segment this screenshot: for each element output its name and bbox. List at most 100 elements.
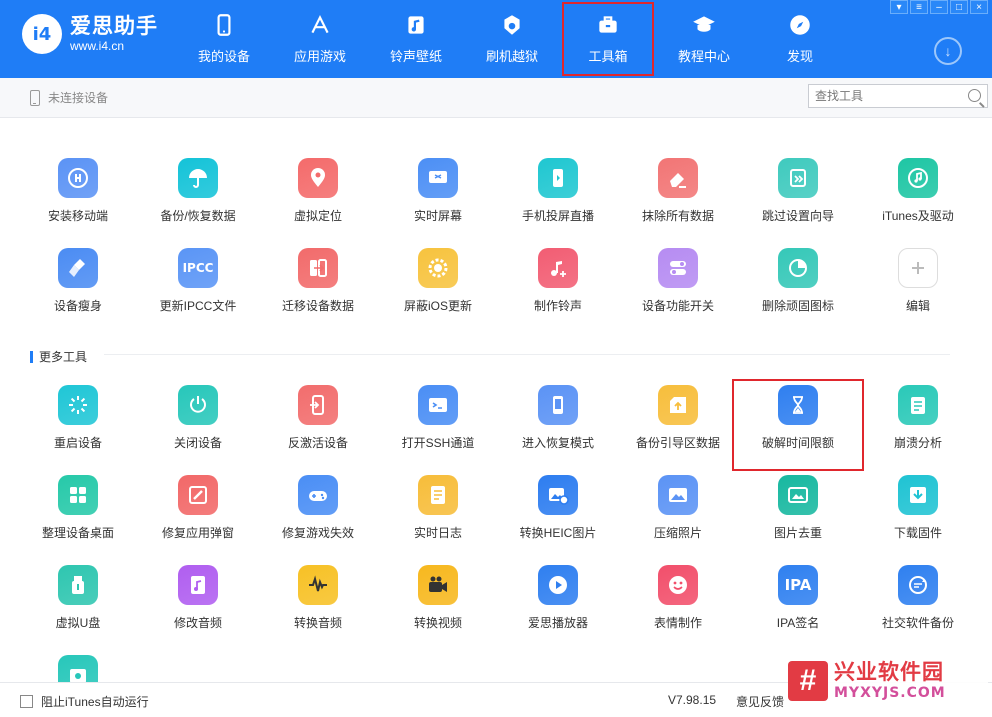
tool-item[interactable]: 整理设备桌面: [18, 475, 138, 555]
tool-item[interactable]: 删除顽固图标: [738, 248, 858, 328]
eraser-icon: [658, 158, 698, 198]
nav-item-1[interactable]: 应用游戏: [272, 0, 368, 78]
tool-item[interactable]: iTunes及驱动: [858, 158, 978, 238]
play-icon: [538, 565, 578, 605]
tool-item[interactable]: 关闭设备: [138, 385, 258, 465]
nav-item-5[interactable]: 教程中心: [656, 0, 752, 78]
version-label: V7.98.15: [668, 693, 717, 707]
tool-item[interactable]: 修复游戏失效: [258, 475, 378, 555]
tool-item[interactable]: IPCC 更新IPCC文件: [138, 248, 258, 328]
nav-item-label: 应用游戏: [293, 49, 346, 64]
nav-item-6[interactable]: 发现: [752, 0, 848, 78]
umbrella-icon: [178, 158, 218, 198]
block-itunes-option[interactable]: 阻止iTunes自动运行: [20, 693, 149, 710]
tool-item[interactable]: 编辑: [858, 248, 978, 328]
nav-item-label: 工具箱: [588, 49, 628, 64]
ringtone-icon: [538, 248, 578, 288]
tool-label: 转换HEIC图片: [519, 526, 597, 540]
tool-item[interactable]: 设备瘦身: [18, 248, 138, 328]
tool-item[interactable]: 转换音频: [258, 565, 378, 645]
toolbox-icon: [595, 12, 621, 38]
tool-item[interactable]: 崩溃分析: [858, 385, 978, 465]
tool-label: 破解时间限额: [761, 436, 834, 450]
shirt-icon[interactable]: ▾: [890, 0, 908, 14]
tool-item[interactable]: 实时日志: [378, 475, 498, 555]
tool-item[interactable]: 表情制作: [618, 565, 738, 645]
tool-label: 转换音频: [293, 616, 342, 630]
tool-item[interactable]: 备份引导区数据: [618, 385, 738, 465]
maximize-icon[interactable]: □: [950, 0, 968, 14]
tool-item[interactable]: 虚拟定位: [258, 158, 378, 238]
power-icon: [178, 385, 218, 425]
recovery-icon: [538, 385, 578, 425]
gamepad-icon: [298, 475, 338, 515]
download-icon[interactable]: ↓: [934, 37, 962, 65]
tool-item[interactable]: 转换HEIC图片: [498, 475, 618, 555]
tool-item[interactable]: 制作铃声: [498, 248, 618, 328]
tool-item[interactable]: 打开SSH通道: [378, 385, 498, 465]
nav-item-3[interactable]: 刷机越狱: [464, 0, 560, 78]
grid-icon: [58, 475, 98, 515]
phone-cast-icon: [538, 158, 578, 198]
block-itunes-checkbox[interactable]: [20, 695, 33, 708]
tool-item[interactable]: 备份/恢复数据: [138, 158, 258, 238]
tool-item[interactable]: 压缩照片: [618, 475, 738, 555]
section-divider: [104, 354, 950, 355]
tool-label: 修改音频: [173, 616, 222, 630]
minimize-icon[interactable]: –: [930, 0, 948, 14]
feedback-link[interactable]: 意见反馈: [736, 693, 784, 710]
tool-item[interactable]: 虚拟U盘: [18, 565, 138, 645]
tool-label: 抹除所有数据: [641, 209, 714, 223]
tool-item[interactable]: IPA IPA签名: [738, 565, 858, 645]
tool-item[interactable]: 爱思播放器: [498, 565, 618, 645]
tool-label: 转换视频: [413, 616, 462, 630]
tool-label: 编辑: [905, 299, 930, 313]
tool-item[interactable]: 转换视频: [378, 565, 498, 645]
tool-item[interactable]: 迁移设备数据: [258, 248, 378, 328]
nav-item-4[interactable]: 工具箱: [560, 0, 656, 78]
search-icon[interactable]: [968, 89, 981, 102]
close-icon[interactable]: ×: [970, 0, 988, 14]
search-input[interactable]: [809, 86, 959, 106]
tool-item[interactable]: 进入恢复模式: [498, 385, 618, 465]
plus-icon: [898, 248, 938, 288]
tool-label: 迁移设备数据: [281, 299, 354, 313]
audio-wave-icon: [298, 565, 338, 605]
nav-item-2[interactable]: 铃声壁纸: [368, 0, 464, 78]
image-compress-icon: [658, 475, 698, 515]
tool-item[interactable]: 设备功能开关: [618, 248, 738, 328]
social-backup-icon: [898, 565, 938, 605]
crash-report-icon: [898, 385, 938, 425]
location-pin-icon: [298, 158, 338, 198]
nav-item-0[interactable]: 我的设备: [176, 0, 272, 78]
tool-item[interactable]: 重启设备: [18, 385, 138, 465]
watermark-mark: #: [788, 661, 828, 701]
tool-label: 图片去重: [773, 526, 822, 540]
audio-edit-icon: [178, 565, 218, 605]
tool-item[interactable]: 社交软件备份: [858, 565, 978, 645]
tool-item[interactable]: 修改音频: [138, 565, 258, 645]
screen-icon: [418, 158, 458, 198]
tool-item[interactable]: 实时屏幕: [378, 158, 498, 238]
tool-item[interactable]: 修复应用弹窗: [138, 475, 258, 555]
hourglass-icon: [778, 385, 818, 425]
tool-label: 更新IPCC文件: [159, 299, 237, 313]
settings-icon[interactable]: ≡: [910, 0, 928, 14]
tool-item[interactable]: 屏蔽iOS更新: [378, 248, 498, 328]
tool-item[interactable]: 下载固件: [858, 475, 978, 555]
tool-item[interactable]: 安装移动端: [18, 158, 138, 238]
tool-item[interactable]: 手机投屏直播: [498, 158, 618, 238]
device-status: 未连接设备: [30, 89, 108, 106]
tool-item[interactable]: 反激活设备: [258, 385, 378, 465]
tool-item[interactable]: 破解时间限额: [732, 379, 864, 471]
broom-icon: [58, 248, 98, 288]
main-nav: 我的设备 应用游戏 铃声壁纸 刷机越狱 工具箱 教程中心 发现: [176, 0, 848, 78]
tool-item[interactable]: 抹除所有数据: [618, 158, 738, 238]
tool-label: 安装移动端: [47, 209, 108, 223]
tool-item[interactable]: 图片去重: [738, 475, 858, 555]
tool-label: 实时日志: [413, 526, 462, 540]
tool-item[interactable]: 跳过设置向导: [738, 158, 858, 238]
section-title-label: 更多工具: [39, 350, 88, 364]
tool-label: IPA签名: [776, 616, 820, 630]
itunes-icon: [898, 158, 938, 198]
